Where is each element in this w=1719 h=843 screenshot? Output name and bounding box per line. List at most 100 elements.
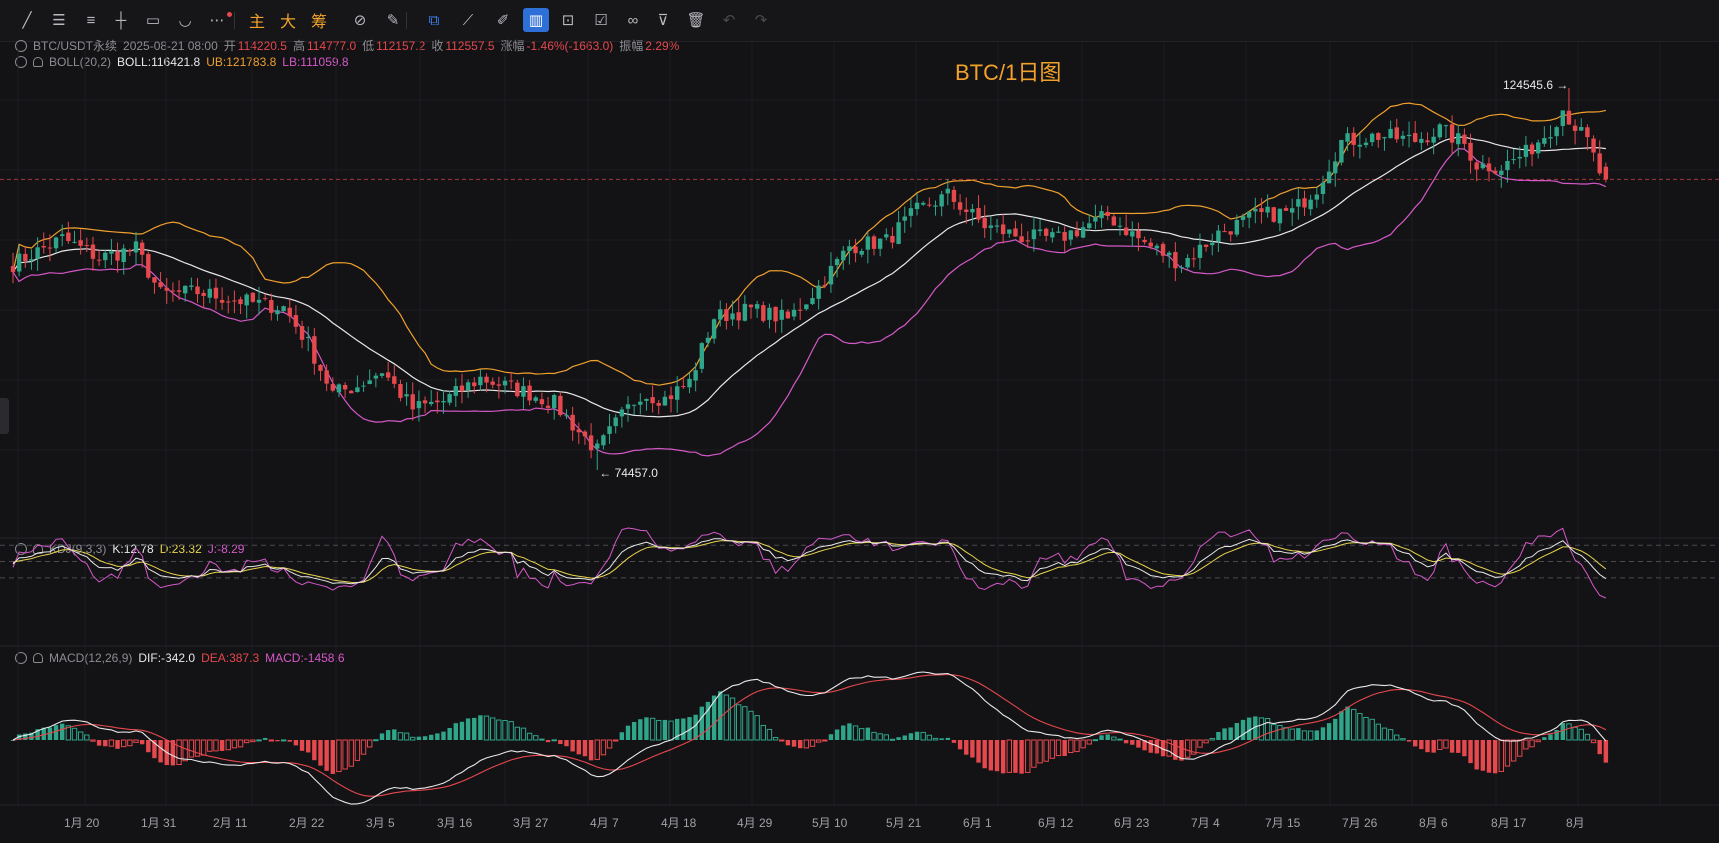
candle xyxy=(1566,88,1572,125)
candle xyxy=(262,294,268,301)
macd-histogram-bar xyxy=(742,706,748,741)
candle xyxy=(361,381,366,392)
candle xyxy=(355,375,360,393)
macd-histogram-bar xyxy=(133,739,139,743)
candle xyxy=(816,279,821,310)
candle xyxy=(748,304,754,319)
macd-histogram-bar xyxy=(644,717,649,740)
macd-histogram-bar xyxy=(348,739,354,767)
macd-histogram-bar xyxy=(1449,740,1455,753)
candle xyxy=(588,423,594,459)
candle xyxy=(1185,254,1190,270)
candle xyxy=(1505,149,1510,183)
candle xyxy=(1167,250,1172,268)
macd-histogram-bar xyxy=(219,740,225,751)
candle xyxy=(133,231,139,265)
candle xyxy=(441,390,446,414)
candle xyxy=(570,406,575,441)
candle xyxy=(1173,242,1178,282)
candle xyxy=(730,300,735,326)
candle xyxy=(1542,126,1547,147)
macd-histogram-bar xyxy=(1363,716,1369,741)
macd-histogram-bar xyxy=(416,736,422,740)
macd-histogram-bar xyxy=(213,739,219,752)
macd-histogram-bar xyxy=(1148,740,1153,753)
candle xyxy=(527,380,532,406)
candle xyxy=(951,186,957,210)
macd-histogram-bar xyxy=(403,732,410,741)
candle xyxy=(644,398,649,411)
candle xyxy=(939,190,944,217)
macd-histogram-bar xyxy=(472,717,477,740)
macd-histogram-bar xyxy=(1086,739,1092,745)
macd-histogram-bar xyxy=(619,732,625,740)
macd-histogram-bar xyxy=(478,715,483,740)
macd-histogram-bar xyxy=(287,740,292,742)
candle xyxy=(146,251,151,280)
macd-histogram-bar xyxy=(964,740,969,755)
macd-histogram-bar xyxy=(342,739,348,770)
candle xyxy=(1413,121,1418,143)
macd-histogram-bar xyxy=(1504,739,1511,767)
macd-histogram-bar xyxy=(1130,740,1135,745)
macd-histogram-bar xyxy=(656,719,662,741)
macd-histogram-bar xyxy=(385,730,391,740)
candle xyxy=(908,198,914,228)
macd-histogram-bar xyxy=(367,739,373,748)
candle xyxy=(1160,241,1166,263)
macd-histogram-bar xyxy=(1000,740,1006,774)
macd-histogram-bar xyxy=(1566,723,1572,741)
candle xyxy=(1123,214,1129,237)
macd-histogram-bar xyxy=(182,739,188,762)
candle xyxy=(1068,229,1073,246)
candle xyxy=(699,341,704,374)
macd-histogram-bar xyxy=(60,723,65,740)
candle xyxy=(859,248,864,258)
candle xyxy=(705,331,711,348)
candle xyxy=(853,238,858,263)
macd-histogram-bar xyxy=(1425,740,1430,753)
macd-histogram-bar xyxy=(447,727,452,740)
macd-histogram-bar xyxy=(1117,738,1123,741)
candle xyxy=(1456,124,1461,157)
candle xyxy=(884,228,889,241)
candle xyxy=(392,365,397,389)
candle xyxy=(681,377,686,390)
macd-histogram-bar xyxy=(441,731,446,740)
macd-histogram-bar xyxy=(1535,739,1541,743)
macd-histogram-bar xyxy=(1301,730,1308,741)
macd-histogram-bar xyxy=(422,736,428,740)
candle xyxy=(195,278,200,303)
candle xyxy=(976,195,981,223)
candle xyxy=(877,238,883,257)
candle xyxy=(1105,205,1110,221)
candle xyxy=(1031,216,1037,252)
candle xyxy=(1394,118,1399,143)
macd-histogram-bar xyxy=(1462,740,1467,757)
macd-histogram-bar xyxy=(1173,740,1178,760)
candle xyxy=(41,232,46,254)
candle xyxy=(127,248,133,257)
candle xyxy=(767,303,772,329)
candle xyxy=(1474,160,1479,182)
macd-histogram-bar xyxy=(766,728,773,741)
candle xyxy=(1246,211,1252,229)
candle xyxy=(902,206,907,233)
candle xyxy=(865,231,871,264)
macd-histogram-bar xyxy=(1400,738,1406,741)
macd-histogram-bar xyxy=(275,740,280,742)
macd-histogram-bar xyxy=(1055,739,1062,757)
macd-histogram-bar xyxy=(1456,740,1461,753)
candle xyxy=(1259,197,1264,224)
macd-histogram-bar xyxy=(1492,740,1498,774)
price-chart[interactable] xyxy=(0,0,1719,843)
macd-histogram-bar xyxy=(508,721,514,741)
macd-histogram-bar xyxy=(772,736,779,741)
candle xyxy=(1099,205,1104,228)
macd-histogram-bar xyxy=(1203,739,1209,744)
candle xyxy=(238,296,243,314)
macd-histogram-bar xyxy=(1062,740,1067,756)
candle xyxy=(1216,225,1221,253)
macd-histogram-bar xyxy=(902,735,907,740)
candle xyxy=(336,383,342,398)
